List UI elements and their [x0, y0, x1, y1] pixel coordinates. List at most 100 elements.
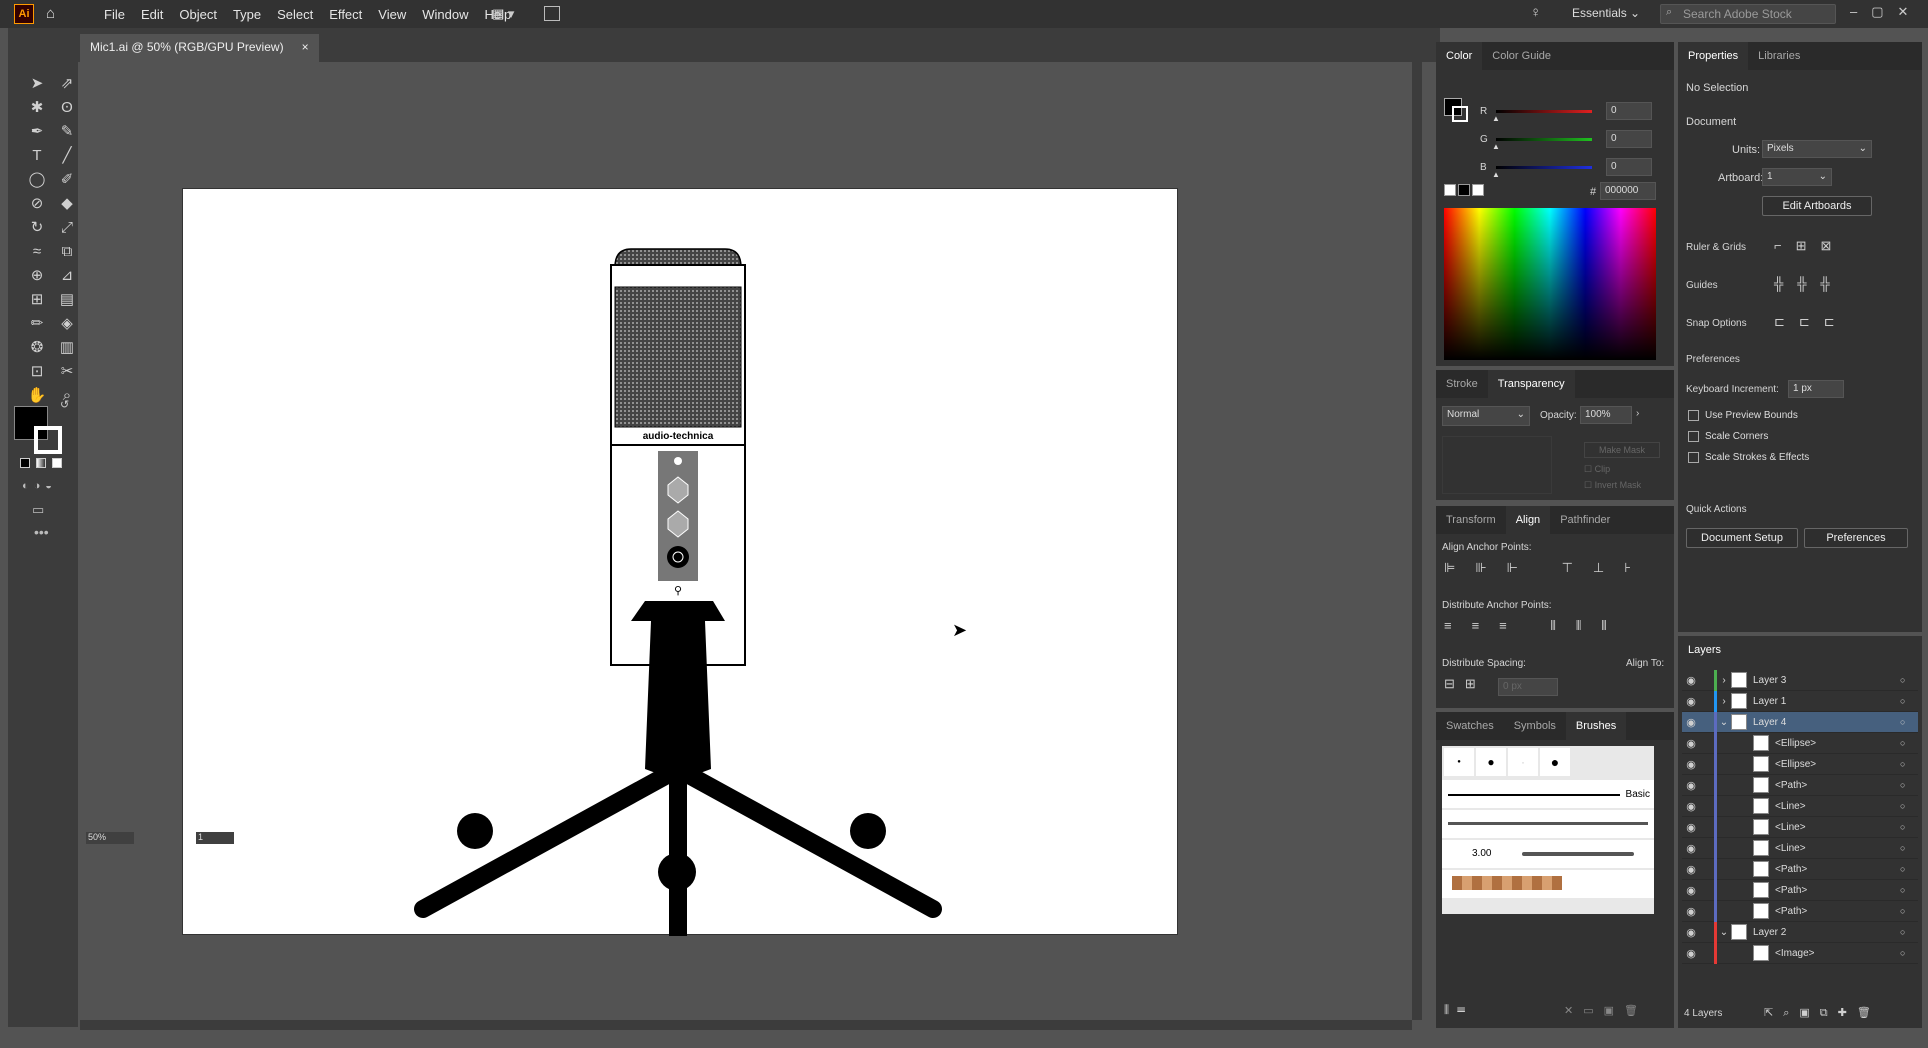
channel-slider[interactable] [1496, 166, 1592, 169]
preferences-button[interactable]: Preferences [1804, 528, 1908, 548]
keyboard-increment-input[interactable]: 1 px [1788, 380, 1844, 398]
direct-selection-tool-icon[interactable]: ⇗ [54, 72, 80, 94]
visibility-eye-icon[interactable]: ◉ [1682, 863, 1700, 876]
ellipse-tool-icon[interactable]: ◯ [24, 168, 50, 190]
checkbox-box[interactable] [1688, 452, 1699, 463]
blend-mode-select[interactable]: Normal ⌄ [1442, 406, 1530, 426]
eyedropper-tool-icon[interactable]: ✏ [24, 312, 50, 334]
selection-tool-icon[interactable]: ➤ [24, 72, 50, 94]
line-tool-icon[interactable]: ╱ [54, 144, 80, 166]
color-modes[interactable] [20, 458, 62, 468]
tab-symbols[interactable]: Symbols [1504, 720, 1566, 740]
menu-edit[interactable]: Edit [133, 7, 171, 22]
spacing-input[interactable]: 0 px [1498, 678, 1558, 696]
search-stock-input[interactable]: Search Adobe Stock [1660, 4, 1836, 24]
gradient-mode-icon[interactable] [36, 458, 46, 468]
type-tool-icon[interactable]: T [24, 144, 50, 166]
color-stroke-swatch[interactable] [1452, 106, 1468, 122]
make-mask-button[interactable]: Make Mask [1584, 442, 1660, 458]
width-tool-icon[interactable]: ≈ [24, 240, 50, 262]
menu-file[interactable]: File [96, 7, 133, 22]
paintbrush-tool-icon[interactable]: ✐ [54, 168, 80, 190]
tab-stroke[interactable]: Stroke [1436, 378, 1488, 398]
lasso-tool-icon[interactable]: ʘ [54, 96, 80, 118]
checkbox-box[interactable] [1688, 410, 1699, 421]
visibility-eye-icon[interactable]: ◉ [1682, 926, 1700, 939]
visibility-eye-icon[interactable]: ◉ [1682, 737, 1700, 750]
blend-tool-icon[interactable]: ◈ [54, 312, 80, 334]
checkbox-2[interactable]: Scale Strokes & Effects [1688, 452, 1809, 463]
visibility-eye-icon[interactable]: ◉ [1682, 674, 1700, 687]
tab-pathfinder[interactable]: Pathfinder [1550, 514, 1620, 534]
expand-arrow-icon[interactable]: ⌄ [1717, 717, 1731, 728]
free-transform-tool-icon[interactable]: ⧉ [54, 240, 80, 262]
horizontal-scrollbar[interactable] [80, 1020, 1412, 1030]
visibility-eye-icon[interactable]: ◉ [1682, 905, 1700, 918]
channel-input[interactable]: 0 [1606, 158, 1652, 176]
expand-arrow-icon[interactable]: ⌄ [1717, 927, 1731, 938]
none-swatch-icon[interactable] [1444, 184, 1456, 196]
quick-swatches[interactable] [1444, 184, 1484, 196]
brush-basic[interactable]: Basic [1442, 780, 1654, 808]
hex-input[interactable]: 000000 [1600, 182, 1656, 200]
target-icon[interactable]: ○ [1900, 675, 1918, 685]
close-tab-icon[interactable]: × [302, 40, 309, 56]
document-setup-button[interactable]: Document Setup [1686, 528, 1798, 548]
document-tab[interactable]: Mic1.ai @ 50% (RGB/GPU Preview) × [80, 34, 319, 62]
visibility-eye-icon[interactable]: ◉ [1682, 842, 1700, 855]
gpu-performance-icon[interactable] [544, 6, 560, 21]
target-icon[interactable]: ○ [1900, 801, 1918, 811]
black-swatch[interactable] [1458, 184, 1470, 196]
target-icon[interactable]: ○ [1900, 948, 1918, 958]
edit-artboards-button[interactable]: Edit Artboards [1762, 196, 1872, 216]
tab-properties[interactable]: Properties [1678, 42, 1749, 70]
ruler-grid-buttons[interactable]: ⌐⊞⊠ [1774, 238, 1845, 254]
symbol-sprayer-tool-icon[interactable]: ❂ [24, 336, 50, 358]
vertical-scrollbar[interactable] [1412, 62, 1422, 1020]
stroke-swatch[interactable] [34, 426, 62, 454]
target-icon[interactable]: ○ [1900, 864, 1918, 874]
brush-library-icons[interactable]: ⫼☰ [1444, 1004, 1473, 1017]
draw-modes-icon[interactable]: ◐◑◒ [22, 480, 57, 492]
window-controls[interactable]: –▢✕ [1850, 4, 1922, 20]
visibility-eye-icon[interactable]: ◉ [1682, 884, 1700, 897]
shaper-tool-icon[interactable]: ⊘ [24, 192, 50, 214]
expand-arrow-icon[interactable]: › [1717, 675, 1731, 686]
artboard-select[interactable]: 1 ⌄ [1762, 168, 1832, 186]
checkbox-box[interactable] [1688, 431, 1699, 442]
white-swatch[interactable] [1472, 184, 1484, 196]
mesh-tool-icon[interactable]: ⊞ [24, 288, 50, 310]
layer-row[interactable]: ◉ <Line> ○ [1682, 816, 1918, 838]
workspace-switcher[interactable]: Essentials ⌄ [1572, 6, 1640, 20]
home-icon[interactable]: ⌂ [46, 5, 55, 22]
menu-view[interactable]: View [370, 7, 414, 22]
tab-layers[interactable]: Layers [1678, 636, 1732, 664]
slider-handle-icon[interactable]: ▲ [1492, 170, 1500, 179]
rotate-tool-icon[interactable]: ↻ [24, 216, 50, 238]
checkbox-0[interactable]: Use Preview Bounds [1688, 410, 1809, 421]
target-icon[interactable]: ○ [1900, 843, 1918, 853]
align-buttons[interactable]: ⊫⊪⊩ ⊤⊥⊦ [1444, 560, 1651, 576]
visibility-eye-icon[interactable]: ◉ [1682, 800, 1700, 813]
layer-row[interactable]: ◉ <Path> ○ [1682, 774, 1918, 796]
tab-color[interactable]: Color [1436, 42, 1483, 70]
swap-fill-stroke-icon[interactable]: ↺ [60, 398, 69, 411]
invert-mask-checkbox[interactable]: ☐ Invert Mask [1584, 480, 1641, 491]
layer-row[interactable]: ◉ <Image> ○ [1682, 942, 1918, 964]
channel-input[interactable]: 0 [1606, 130, 1652, 148]
target-icon[interactable]: ○ [1900, 927, 1918, 937]
screen-mode-icon[interactable]: ▭ [32, 502, 44, 518]
layer-row[interactable]: ◉ <Ellipse> ○ [1682, 753, 1918, 775]
target-icon[interactable]: ○ [1900, 717, 1918, 727]
magic-wand-tool-icon[interactable]: ✱ [24, 96, 50, 118]
none-mode-icon[interactable] [52, 458, 62, 468]
color-mode-icon[interactable] [20, 458, 30, 468]
layer-row[interactable]: ◉ <Line> ○ [1682, 795, 1918, 817]
target-icon[interactable]: ○ [1900, 696, 1918, 706]
zoom-level[interactable]: 50% [86, 832, 134, 844]
tab-brushes[interactable]: Brushes [1565, 712, 1627, 740]
pen-tool-icon[interactable]: ✒ [24, 120, 50, 142]
slider-handle-icon[interactable]: ▲ [1492, 114, 1500, 123]
clip-checkbox[interactable]: ☐ Clip [1584, 464, 1610, 475]
opacity-input[interactable]: 100% [1580, 406, 1632, 424]
